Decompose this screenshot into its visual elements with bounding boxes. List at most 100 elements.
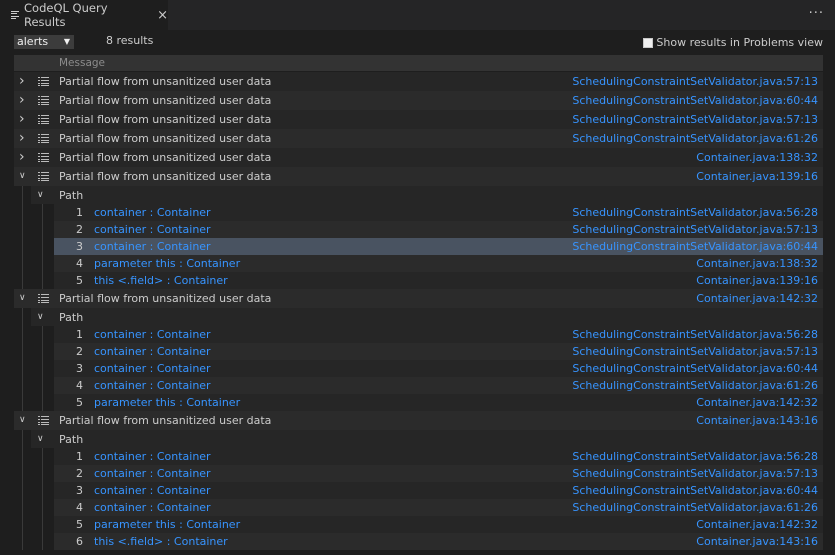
- step-location-link[interactable]: SchedulingConstraintSetValidator.java:60…: [572, 484, 818, 497]
- result-location-link[interactable]: Container.java:142:32: [696, 292, 818, 305]
- chevron-down-icon[interactable]: ∨: [37, 308, 44, 326]
- step-location-link[interactable]: Container.java:139:16: [696, 274, 818, 287]
- step-location-link[interactable]: SchedulingConstraintSetValidator.java:61…: [572, 379, 818, 392]
- close-icon[interactable]: ×: [157, 9, 168, 22]
- step-node-link[interactable]: container : Container: [94, 328, 211, 341]
- step-location-link[interactable]: Container.java:142:32: [696, 518, 818, 531]
- step-node-link[interactable]: parameter this : Container: [94, 518, 240, 531]
- step-location-link[interactable]: Container.java:142:32: [696, 396, 818, 409]
- step-location-link[interactable]: SchedulingConstraintSetValidator.java:61…: [572, 501, 818, 514]
- chevron-down-icon[interactable]: ∨: [19, 289, 26, 308]
- result-location-link[interactable]: Container.java:139:16: [696, 170, 818, 183]
- chevron-right-icon[interactable]: ›: [19, 91, 25, 110]
- result-message: Partial flow from unsanitized user data: [59, 170, 272, 183]
- step-location-link[interactable]: Container.java:143:16: [696, 535, 818, 548]
- result-location-link[interactable]: SchedulingConstraintSetValidator.java:57…: [572, 75, 818, 88]
- step-location-link[interactable]: SchedulingConstraintSetValidator.java:60…: [572, 362, 818, 375]
- path-step-row[interactable]: 4 parameter this : Container Container.jav…: [0, 255, 835, 272]
- path-row[interactable]: ∨ Path: [0, 186, 835, 204]
- result-row[interactable]: ∨ Partial flow from unsanitized user data…: [0, 289, 835, 308]
- path-step-row[interactable]: 5 parameter this : Container Container.jav…: [0, 394, 835, 411]
- indent-guide: [42, 499, 43, 516]
- step-node-link[interactable]: container : Container: [94, 450, 211, 463]
- step-node-link[interactable]: container : Container: [94, 379, 211, 392]
- step-node-link[interactable]: parameter this : Container: [94, 396, 240, 409]
- step-location-link[interactable]: SchedulingConstraintSetValidator.java:57…: [572, 345, 818, 358]
- more-actions-icon[interactable]: ···: [809, 6, 824, 21]
- step-node-link[interactable]: container : Container: [94, 501, 211, 514]
- result-location-link[interactable]: SchedulingConstraintSetValidator.java:61…: [572, 132, 818, 145]
- chevron-down-icon[interactable]: ∨: [37, 430, 44, 448]
- step-location-link[interactable]: SchedulingConstraintSetValidator.java:57…: [572, 467, 818, 480]
- result-row[interactable]: › Partial flow from unsanitized user data…: [0, 91, 835, 110]
- step-node-link[interactable]: container : Container: [94, 240, 211, 253]
- chevron-right-icon[interactable]: ›: [19, 129, 25, 148]
- result-location-link[interactable]: Container.java:143:16: [696, 414, 818, 427]
- step-number: 5: [76, 396, 83, 409]
- row-background: [31, 186, 823, 204]
- indent-guide: [22, 186, 23, 204]
- step-node-link[interactable]: container : Container: [94, 223, 211, 236]
- result-row[interactable]: ∨ Partial flow from unsanitized user data…: [0, 411, 835, 430]
- indent-guide: [22, 430, 23, 448]
- list-icon: [38, 115, 49, 124]
- indent-guide: [42, 482, 43, 499]
- chevron-right-icon[interactable]: ›: [19, 148, 25, 167]
- result-row[interactable]: › Partial flow from unsanitized user data…: [0, 72, 835, 91]
- problems-label: Show results in Problems view: [656, 36, 823, 49]
- path-step-row[interactable]: 3 container : Container SchedulingConstrai…: [0, 482, 835, 499]
- show-in-problems-toggle[interactable]: Show results in Problems view: [643, 36, 823, 49]
- step-location-link[interactable]: SchedulingConstraintSetValidator.java:56…: [572, 206, 818, 219]
- chevron-down-icon[interactable]: ∨: [37, 186, 44, 204]
- path-step-row[interactable]: 6 this <.field> : Container Container.java…: [0, 533, 835, 550]
- path-step-row[interactable]: 2 container : Container SchedulingConstrai…: [0, 343, 835, 360]
- result-location-link[interactable]: SchedulingConstraintSetValidator.java:57…: [572, 113, 818, 126]
- chevron-right-icon[interactable]: ›: [19, 72, 25, 91]
- step-location-link[interactable]: SchedulingConstraintSetValidator.java:60…: [572, 240, 818, 253]
- indent-guide: [42, 465, 43, 482]
- result-row[interactable]: › Partial flow from unsanitized user data…: [0, 148, 835, 167]
- chevron-right-icon[interactable]: ›: [19, 110, 25, 129]
- step-node-link[interactable]: this <.field> : Container: [94, 535, 228, 548]
- path-step-row[interactable]: 4 container : Container SchedulingConstrai…: [0, 499, 835, 516]
- step-node-link[interactable]: container : Container: [94, 362, 211, 375]
- tab-codeql-results[interactable]: CodeQL Query Results ×: [0, 0, 168, 30]
- result-message: Partial flow from unsanitized user data: [59, 414, 272, 427]
- step-node-link[interactable]: container : Container: [94, 206, 211, 219]
- step-location-link[interactable]: SchedulingConstraintSetValidator.java:56…: [572, 328, 818, 341]
- chevron-down-icon[interactable]: ∨: [19, 167, 26, 186]
- path-step-row[interactable]: 5 this <.field> : Container Container.java…: [0, 272, 835, 289]
- path-step-row[interactable]: 4 container : Container SchedulingConstrai…: [0, 377, 835, 394]
- result-location-link[interactable]: Container.java:138:32: [696, 151, 818, 164]
- path-step-row[interactable]: 1 container : Container SchedulingConstrai…: [0, 204, 835, 221]
- path-step-row[interactable]: 3 container : Container SchedulingConstrai…: [0, 360, 835, 377]
- result-row[interactable]: › Partial flow from unsanitized user data…: [0, 129, 835, 148]
- result-location-link[interactable]: SchedulingConstraintSetValidator.java:60…: [572, 94, 818, 107]
- path-step-row[interactable]: 1 container : Container SchedulingConstrai…: [0, 448, 835, 465]
- step-location-link[interactable]: Container.java:138:32: [696, 257, 818, 270]
- step-node-link[interactable]: container : Container: [94, 467, 211, 480]
- result-set-select[interactable]: alerts ▼: [14, 35, 74, 49]
- path-step-row[interactable]: 2 container : Container SchedulingConstrai…: [0, 465, 835, 482]
- indent-guide: [22, 272, 23, 289]
- path-step-row[interactable]: 2 container : Container SchedulingConstrai…: [0, 221, 835, 238]
- step-node-link[interactable]: this <.field> : Container: [94, 274, 228, 287]
- step-number: 3: [76, 362, 83, 375]
- step-node-link[interactable]: container : Container: [94, 484, 211, 497]
- step-location-link[interactable]: SchedulingConstraintSetValidator.java:56…: [572, 450, 818, 463]
- step-node-link[interactable]: parameter this : Container: [94, 257, 240, 270]
- path-step-row[interactable]: 1 container : Container SchedulingConstrai…: [0, 326, 835, 343]
- chevron-down-icon[interactable]: ∨: [19, 411, 26, 430]
- indent-guide: [42, 360, 43, 377]
- step-location-link[interactable]: SchedulingConstraintSetValidator.java:57…: [572, 223, 818, 236]
- result-row[interactable]: › Partial flow from unsanitized user data…: [0, 110, 835, 129]
- path-step-row[interactable]: 5 parameter this : Container Container.jav…: [0, 516, 835, 533]
- row-background: [31, 308, 823, 326]
- path-step-row[interactable]: 3 container : Container SchedulingConstrai…: [0, 238, 835, 255]
- path-row[interactable]: ∨ Path: [0, 430, 835, 448]
- step-node-link[interactable]: container : Container: [94, 345, 211, 358]
- path-row[interactable]: ∨ Path: [0, 308, 835, 326]
- list-icon: [38, 153, 49, 162]
- problems-checkbox[interactable]: [643, 37, 654, 48]
- result-row[interactable]: ∨ Partial flow from unsanitized user data…: [0, 167, 835, 186]
